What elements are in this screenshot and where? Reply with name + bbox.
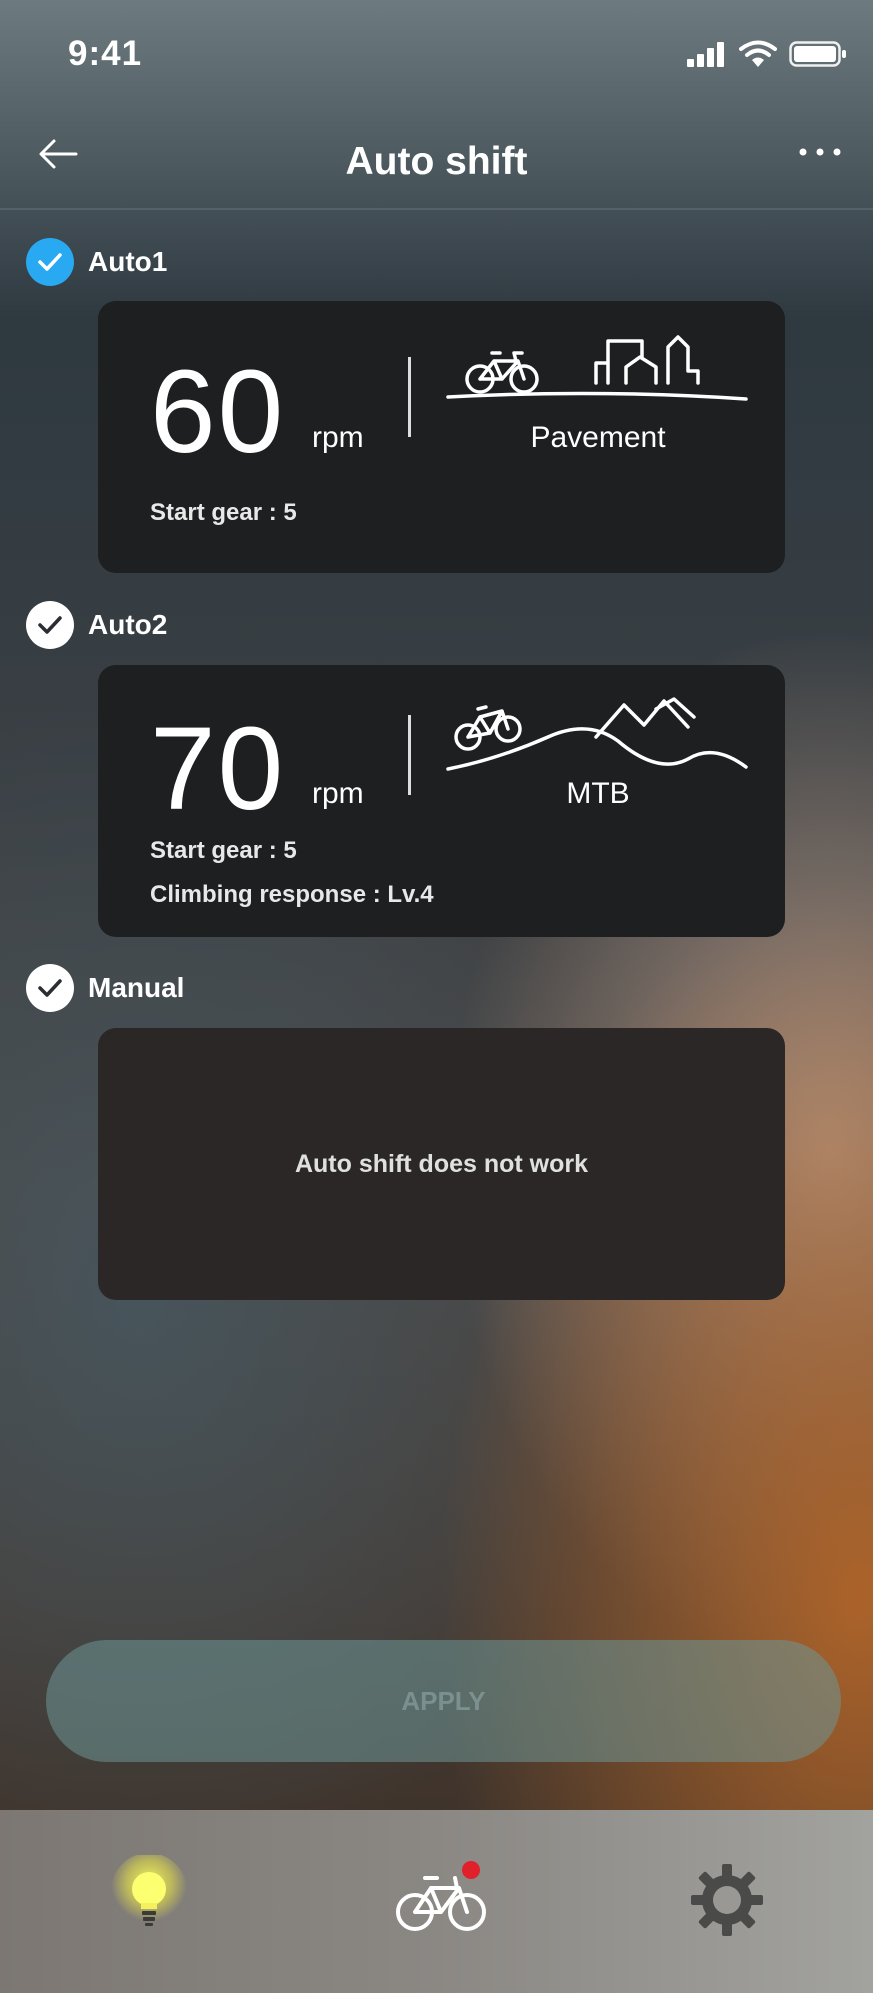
more-options-icon[interactable]	[795, 140, 845, 170]
option-auto1-selector[interactable]: Auto1	[26, 238, 167, 286]
status-bar: 9:41	[0, 0, 873, 110]
pavement-terrain-icon	[446, 335, 748, 401]
lightbulb-icon	[111, 1855, 187, 1929]
bicycle-icon	[396, 1861, 486, 1931]
start-gear-text: Start gear : 5	[150, 837, 297, 864]
cadence-value: 60	[150, 346, 286, 478]
auto2-card[interactable]: 70 rpm MTB Start gear : 5 Climbing respo…	[98, 665, 785, 937]
auto1-card[interactable]: 60 rpm Pavement Start gear : 5	[98, 301, 785, 573]
terrain-label: Pavement	[530, 421, 666, 454]
option-label: Auto2	[88, 609, 168, 640]
battery-icon	[789, 41, 846, 67]
option-label: Manual	[88, 972, 185, 1003]
mtb-terrain-icon	[446, 697, 748, 771]
divider	[408, 715, 411, 795]
cadence-value: 70	[150, 703, 286, 835]
gear-icon	[691, 1864, 763, 1936]
tab-light[interactable]	[94, 1850, 204, 1950]
option-label: Auto1	[88, 246, 168, 277]
climbing-response-text: Climbing response : Lv.4	[150, 881, 434, 908]
page-title: Auto shift	[345, 140, 528, 183]
status-time: 9:41	[68, 34, 143, 73]
checkbox-unchecked-icon[interactable]	[26, 964, 74, 1012]
divider	[408, 357, 411, 437]
nav-divider	[0, 208, 873, 210]
signal-icon	[687, 42, 724, 67]
apply-label: APPLY	[401, 1685, 486, 1716]
tab-bike[interactable]	[386, 1850, 496, 1950]
start-gear-text: Start gear : 5	[150, 499, 297, 526]
option-auto2-selector[interactable]: Auto2	[26, 601, 167, 649]
tab-settings[interactable]	[672, 1850, 782, 1950]
checkbox-checked-icon[interactable]	[26, 238, 74, 286]
cadence-unit: rpm	[312, 777, 364, 810]
checkbox-unchecked-icon[interactable]	[26, 601, 74, 649]
status-icons	[687, 40, 847, 68]
navigation-bar: Auto shift	[0, 110, 873, 210]
manual-card[interactable]: Auto shift does not work	[98, 1028, 785, 1300]
notification-dot	[462, 1861, 480, 1879]
terrain-label: MTB	[566, 777, 630, 810]
manual-message: Auto shift does not work	[294, 1150, 589, 1178]
wifi-icon	[739, 40, 777, 67]
option-manual-selector[interactable]: Manual	[26, 964, 184, 1012]
apply-button[interactable]: APPLY	[46, 1640, 841, 1762]
bottom-tab-bar	[0, 1810, 873, 1993]
cadence-unit: rpm	[312, 421, 364, 454]
